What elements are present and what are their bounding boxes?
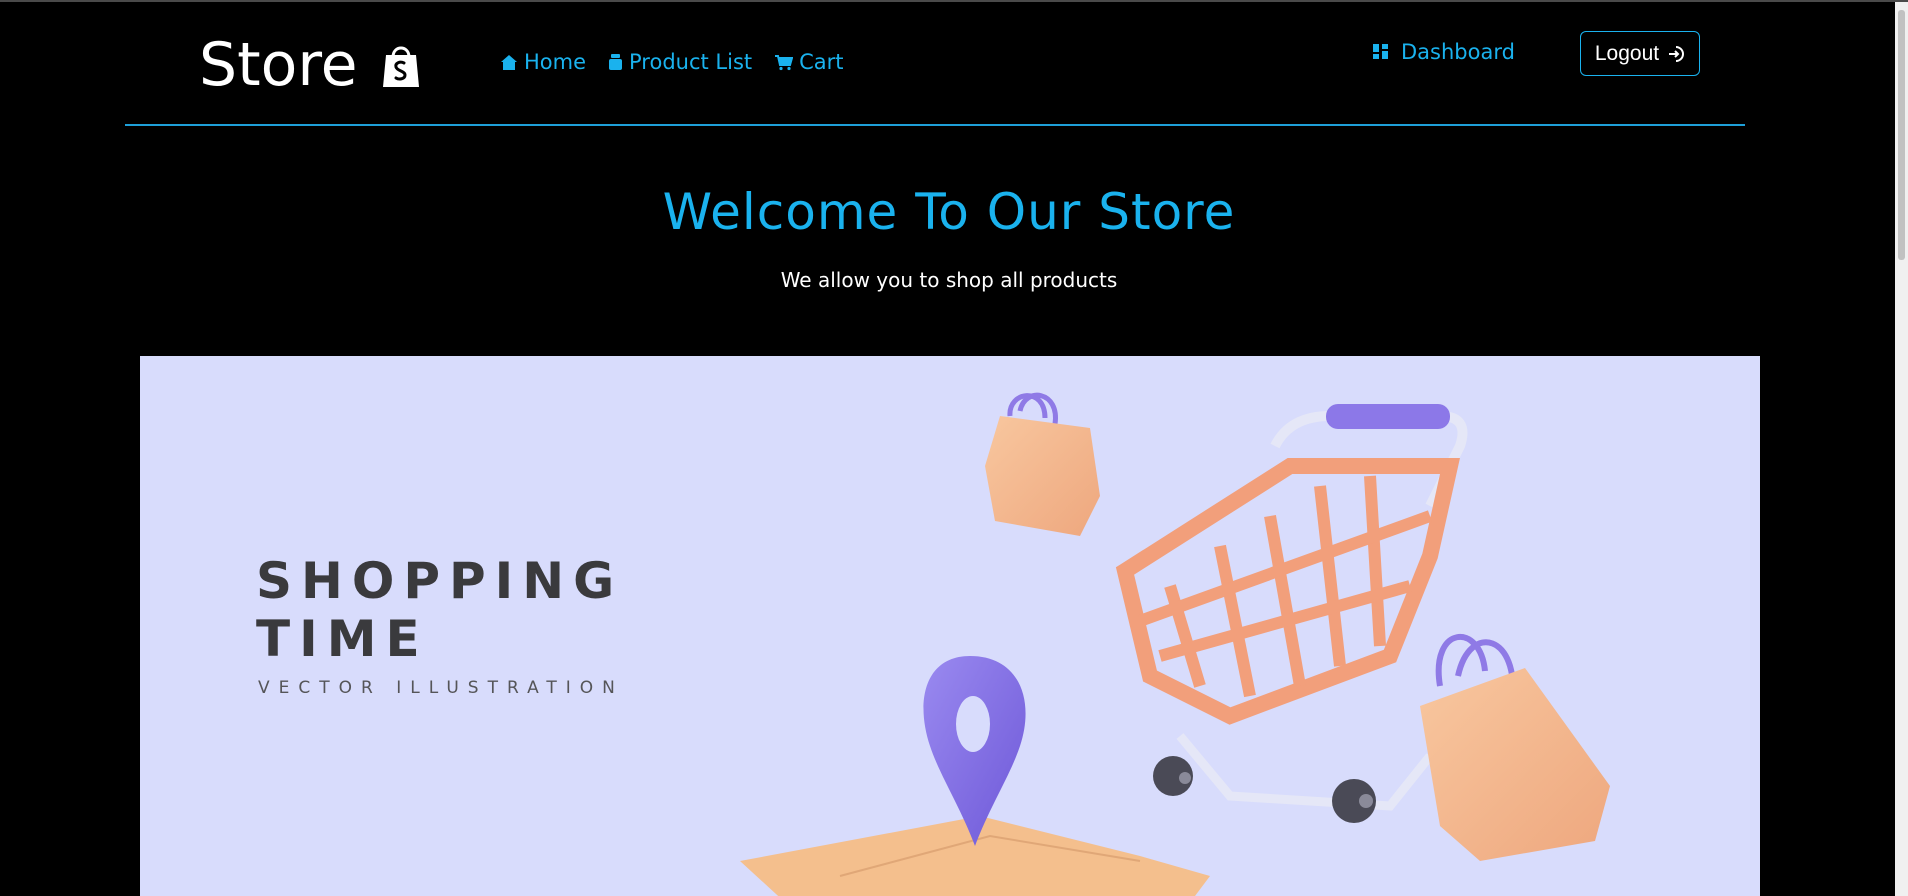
nav-product-list[interactable]: Product List bbox=[608, 50, 752, 74]
product-icon bbox=[609, 54, 623, 70]
banner-heading: SHOPPING TIME bbox=[256, 552, 623, 668]
dashboard-link[interactable]: Dashboard bbox=[1373, 40, 1515, 64]
banner-heading-line1: SHOPPING bbox=[256, 552, 624, 610]
banner-tagline: VECTOR ILLUSTRATION bbox=[258, 678, 624, 698]
nav-cart-label: Cart bbox=[799, 50, 844, 74]
home-icon bbox=[501, 54, 517, 70]
hero-banner: SHOPPING TIME VECTOR ILLUSTRATION bbox=[140, 356, 1760, 896]
nav-cart[interactable]: Cart bbox=[774, 50, 844, 74]
logout-label: Logout bbox=[1594, 41, 1660, 65]
nav-product-list-label: Product List bbox=[629, 50, 753, 74]
dashboard-label: Dashboard bbox=[1401, 40, 1515, 64]
brand-name: Store bbox=[199, 30, 358, 100]
grid-icon bbox=[1373, 44, 1388, 59]
brand[interactable]: Store bbox=[199, 30, 422, 100]
shopping-bag-icon bbox=[382, 46, 419, 87]
cart-icon bbox=[775, 54, 794, 70]
hero-title: Welcome To Our Store bbox=[662, 183, 1236, 241]
nav-home[interactable]: Home bbox=[500, 50, 586, 74]
page-scrollbar[interactable] bbox=[1895, 2, 1908, 896]
scrollbar-thumb[interactable] bbox=[1898, 10, 1905, 260]
nav-home-label: Home bbox=[524, 50, 587, 74]
logout-icon bbox=[1669, 45, 1685, 62]
logout-button[interactable]: Logout bbox=[1580, 31, 1700, 76]
banner-heading-line2: TIME bbox=[256, 610, 429, 668]
hero-subtitle: We allow you to shop all products bbox=[780, 268, 1118, 292]
nav-links: Home Product List Cart bbox=[500, 50, 866, 74]
navbar: Store Home Product List Cart Dashboard L… bbox=[125, 2, 1745, 126]
